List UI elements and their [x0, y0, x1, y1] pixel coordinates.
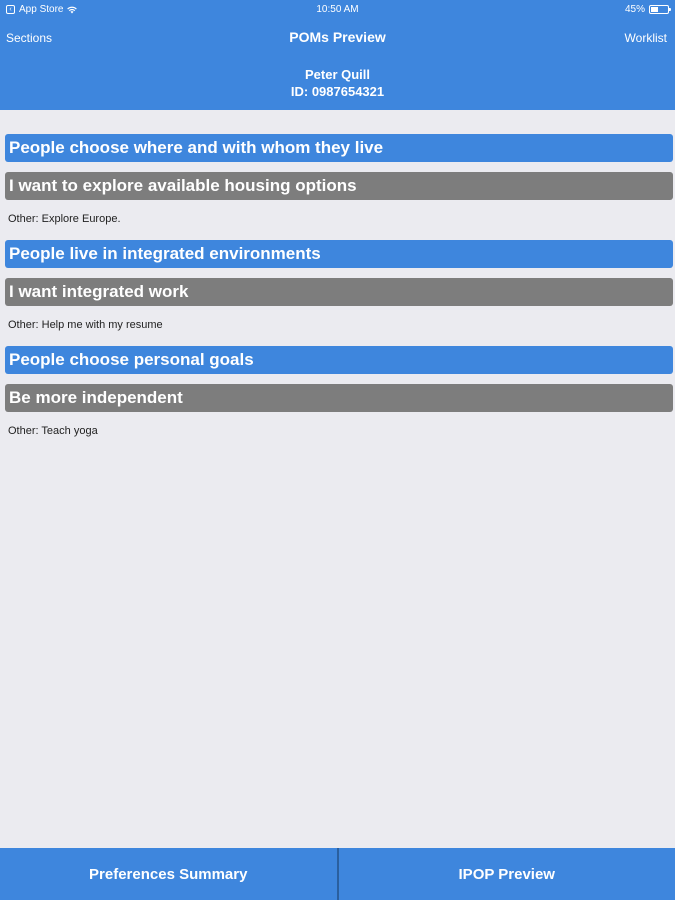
status-bar: ‹ App Store 10:50 AM 45%	[0, 0, 675, 20]
section-other-note: Other: Help me with my resume	[8, 319, 163, 331]
section-other-note: Other: Explore Europe.	[8, 213, 121, 225]
section-item: Be more independent	[5, 384, 673, 412]
section-block: People choose where and with whom they l…	[5, 134, 673, 240]
preferences-summary-button[interactable]: Preferences Summary	[0, 848, 337, 900]
battery-icon	[649, 5, 671, 14]
ipop-preview-button[interactable]: IPOP Preview	[339, 848, 675, 900]
patient-id: ID: 0987654321	[290, 84, 385, 99]
worklist-button[interactable]: Worklist	[625, 31, 667, 45]
patient-name: Peter Quill	[304, 67, 371, 82]
footer-tab-bar: Preferences Summary IPOP Preview	[0, 848, 675, 900]
section-header: People live in integrated environments	[5, 240, 673, 268]
section-other-note: Other: Teach yoga	[8, 425, 98, 437]
section-item: I want to explore available housing opti…	[5, 172, 673, 200]
section-block: People live in integrated environments I…	[5, 240, 673, 346]
section-item: I want integrated work	[5, 278, 673, 306]
poms-list: People choose where and with whom they l…	[5, 134, 673, 452]
status-time: 10:50 AM	[316, 4, 359, 15]
app-root: ‹ App Store 10:50 AM 45% Sections POMs P…	[0, 0, 675, 900]
section-header: People choose where and with whom they l…	[5, 134, 673, 162]
status-right: 45%	[624, 4, 671, 15]
battery-fill	[651, 7, 659, 12]
header: ‹ App Store 10:50 AM 45% Sections POMs P…	[0, 0, 675, 110]
battery-percent: 45%	[624, 4, 645, 15]
nav-bar: Sections POMs Preview Worklist	[0, 28, 675, 48]
section-block: People choose personal goals Be more ind…	[5, 346, 673, 452]
patient-info: Peter Quill ID: 0987654321	[0, 66, 675, 100]
page-title: POMs Preview	[289, 29, 386, 45]
section-header: People choose personal goals	[5, 346, 673, 374]
